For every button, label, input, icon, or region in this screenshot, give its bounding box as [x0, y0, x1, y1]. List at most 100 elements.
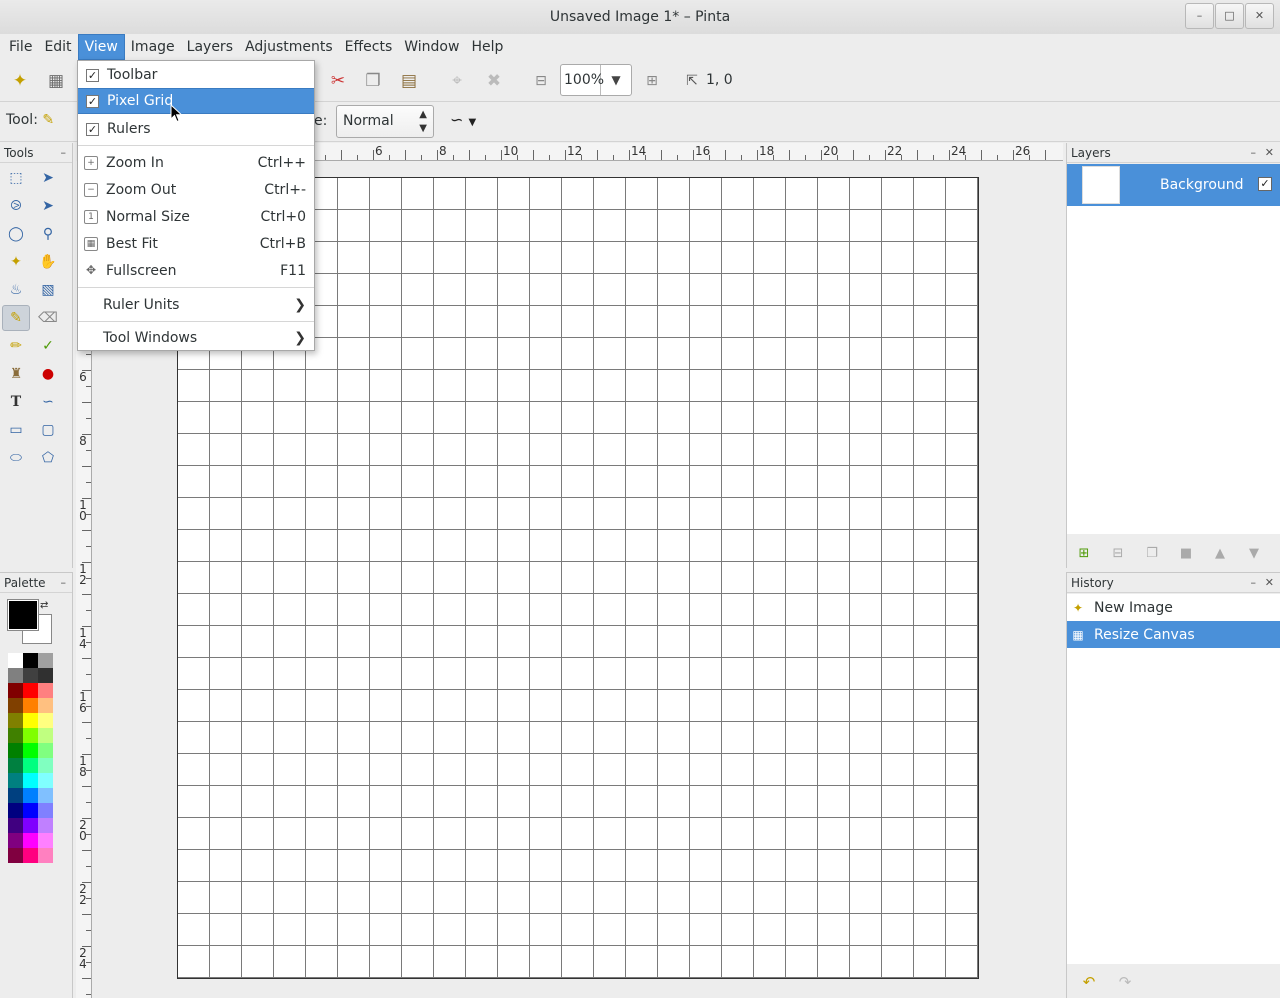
- palette-swatch[interactable]: [38, 803, 53, 818]
- lasso-select-icon[interactable]: ⧁: [2, 193, 30, 219]
- menu-item-zoom-out[interactable]: − Zoom Out Ctrl+-: [78, 177, 314, 203]
- palette-swatch[interactable]: [8, 668, 23, 683]
- menu-image[interactable]: Image: [125, 34, 181, 60]
- palette-swatch[interactable]: [38, 653, 53, 668]
- minimize-panel-icon[interactable]: –: [1251, 143, 1257, 163]
- palette-swatch[interactable]: [8, 848, 23, 863]
- move-layer-down-icon[interactable]: ▼: [1237, 546, 1271, 561]
- menu-item-normal-size[interactable]: 1 Normal Size Ctrl+0: [78, 204, 314, 230]
- clone-stamp-icon[interactable]: ♜: [2, 361, 30, 387]
- pan-tool-icon[interactable]: ✋: [34, 249, 62, 275]
- minimize-panel-icon[interactable]: –: [61, 573, 67, 593]
- redo-icon[interactable]: ↷: [1107, 973, 1143, 991]
- menu-view[interactable]: View: [77, 34, 125, 60]
- ellipse-icon[interactable]: ⬭: [2, 445, 30, 471]
- rectangle-icon[interactable]: ▭: [2, 417, 30, 443]
- menu-item-best-fit[interactable]: ▦ Best Fit Ctrl+B: [78, 231, 314, 257]
- menu-adjustments[interactable]: Adjustments: [239, 34, 339, 60]
- palette-swatch[interactable]: [23, 758, 38, 773]
- palette-swatch[interactable]: [38, 713, 53, 728]
- menu-edit[interactable]: Edit: [38, 34, 77, 60]
- chevron-down-icon[interactable]: ▼: [601, 73, 631, 87]
- palette-swatch[interactable]: [8, 803, 23, 818]
- menu-item-toolbar[interactable]: ✓ Toolbar: [78, 62, 314, 88]
- eraser-icon[interactable]: ⌫: [34, 305, 62, 331]
- palette-swatch[interactable]: [8, 818, 23, 833]
- palette-swatch[interactable]: [38, 818, 53, 833]
- antialiasing-button[interactable]: ∽ ▼: [450, 110, 476, 129]
- open-file-icon[interactable]: ▦: [44, 69, 68, 93]
- paintbrush-icon[interactable]: ✎: [2, 305, 30, 331]
- palette-swatch[interactable]: [8, 728, 23, 743]
- palette-swatch[interactable]: [23, 788, 38, 803]
- palette-swatch[interactable]: [8, 698, 23, 713]
- blend-mode-select[interactable]: Normal ▲ ▼: [336, 105, 434, 138]
- recolor-icon[interactable]: ●: [34, 361, 62, 387]
- line-curve-icon[interactable]: ∽: [34, 389, 62, 415]
- history-item[interactable]: ▦ Resize Canvas: [1067, 621, 1280, 648]
- zoom-in-icon[interactable]: ⊞: [640, 69, 664, 93]
- close-panel-icon[interactable]: ✕: [1265, 143, 1274, 163]
- cut-icon[interactable]: ✂: [326, 69, 350, 93]
- menu-item-zoom-in[interactable]: + Zoom In Ctrl++: [78, 150, 314, 176]
- menu-item-ruler-units[interactable]: Ruler Units ❯: [78, 292, 314, 318]
- zoom-combo[interactable]: 100% ▼: [560, 64, 632, 96]
- zoom-out-icon[interactable]: ⊟: [529, 69, 553, 93]
- palette-swatch[interactable]: [23, 698, 38, 713]
- color-picker-icon[interactable]: ✓: [34, 333, 62, 359]
- palette-swatch[interactable]: [8, 833, 23, 848]
- palette-swatch[interactable]: [8, 788, 23, 803]
- layer-row[interactable]: Background ✓: [1067, 164, 1280, 206]
- menu-layers[interactable]: Layers: [181, 34, 239, 60]
- palette-swatch[interactable]: [23, 683, 38, 698]
- palette-swatch[interactable]: [8, 683, 23, 698]
- maximize-button[interactable]: □: [1215, 3, 1244, 29]
- palette-swatch[interactable]: [23, 773, 38, 788]
- freeform-shape-icon[interactable]: ⬠: [34, 445, 62, 471]
- zoom-value[interactable]: 100%: [561, 65, 604, 95]
- palette-swatch[interactable]: [38, 773, 53, 788]
- pencil-icon[interactable]: ✏: [2, 333, 30, 359]
- deselect-icon[interactable]: ✖: [482, 69, 506, 93]
- palette-swatch[interactable]: [8, 713, 23, 728]
- palette-swatch[interactable]: [38, 743, 53, 758]
- palette-swatch[interactable]: [23, 818, 38, 833]
- swap-colors-icon[interactable]: ⇄: [40, 600, 48, 611]
- new-image-icon[interactable]: ✦: [8, 69, 32, 93]
- close-panel-icon[interactable]: ✕: [1265, 573, 1274, 593]
- palette-swatch[interactable]: [8, 653, 23, 668]
- move-selection-icon[interactable]: ➤: [34, 193, 62, 219]
- palette-swatch[interactable]: [8, 758, 23, 773]
- menu-file[interactable]: File: [3, 34, 38, 60]
- palette-swatch[interactable]: [8, 773, 23, 788]
- menu-window[interactable]: Window: [398, 34, 465, 60]
- palette-swatch[interactable]: [38, 728, 53, 743]
- move-selected-icon[interactable]: ➤: [34, 165, 62, 191]
- delete-layer-icon[interactable]: ⊟: [1101, 546, 1135, 561]
- menu-help[interactable]: Help: [465, 34, 509, 60]
- palette-swatch[interactable]: [23, 653, 38, 668]
- zoom-tool-icon[interactable]: ⚲: [34, 221, 62, 247]
- magic-wand-icon[interactable]: ✦: [2, 249, 30, 275]
- move-layer-up-icon[interactable]: ▲: [1203, 546, 1237, 561]
- add-layer-icon[interactable]: ⊞: [1067, 546, 1101, 561]
- palette-swatch[interactable]: [23, 833, 38, 848]
- rectangle-select-icon[interactable]: ⬚: [2, 165, 30, 191]
- palette-swatch[interactable]: [38, 788, 53, 803]
- close-button[interactable]: ✕: [1245, 3, 1274, 29]
- gradient-icon[interactable]: ▧: [34, 277, 62, 303]
- primary-color-swatch[interactable]: [7, 599, 39, 631]
- duplicate-layer-icon[interactable]: ❐: [1135, 546, 1169, 561]
- ellipse-select-icon[interactable]: ◯: [2, 221, 30, 247]
- palette-swatch[interactable]: [23, 728, 38, 743]
- history-item[interactable]: ✦ New Image: [1067, 594, 1280, 621]
- palette-swatch[interactable]: [23, 713, 38, 728]
- crop-icon[interactable]: ⌖: [445, 69, 469, 93]
- palette-swatch[interactable]: [23, 668, 38, 683]
- menu-item-rulers[interactable]: ✓ Rulers: [78, 116, 314, 142]
- merge-layer-icon[interactable]: ■: [1169, 546, 1203, 561]
- menu-item-tool-windows[interactable]: Tool Windows ❯: [78, 325, 314, 351]
- paste-icon[interactable]: ▤: [397, 69, 421, 93]
- layer-visibility-checkbox[interactable]: ✓: [1258, 177, 1272, 191]
- text-tool-icon[interactable]: T: [2, 389, 30, 415]
